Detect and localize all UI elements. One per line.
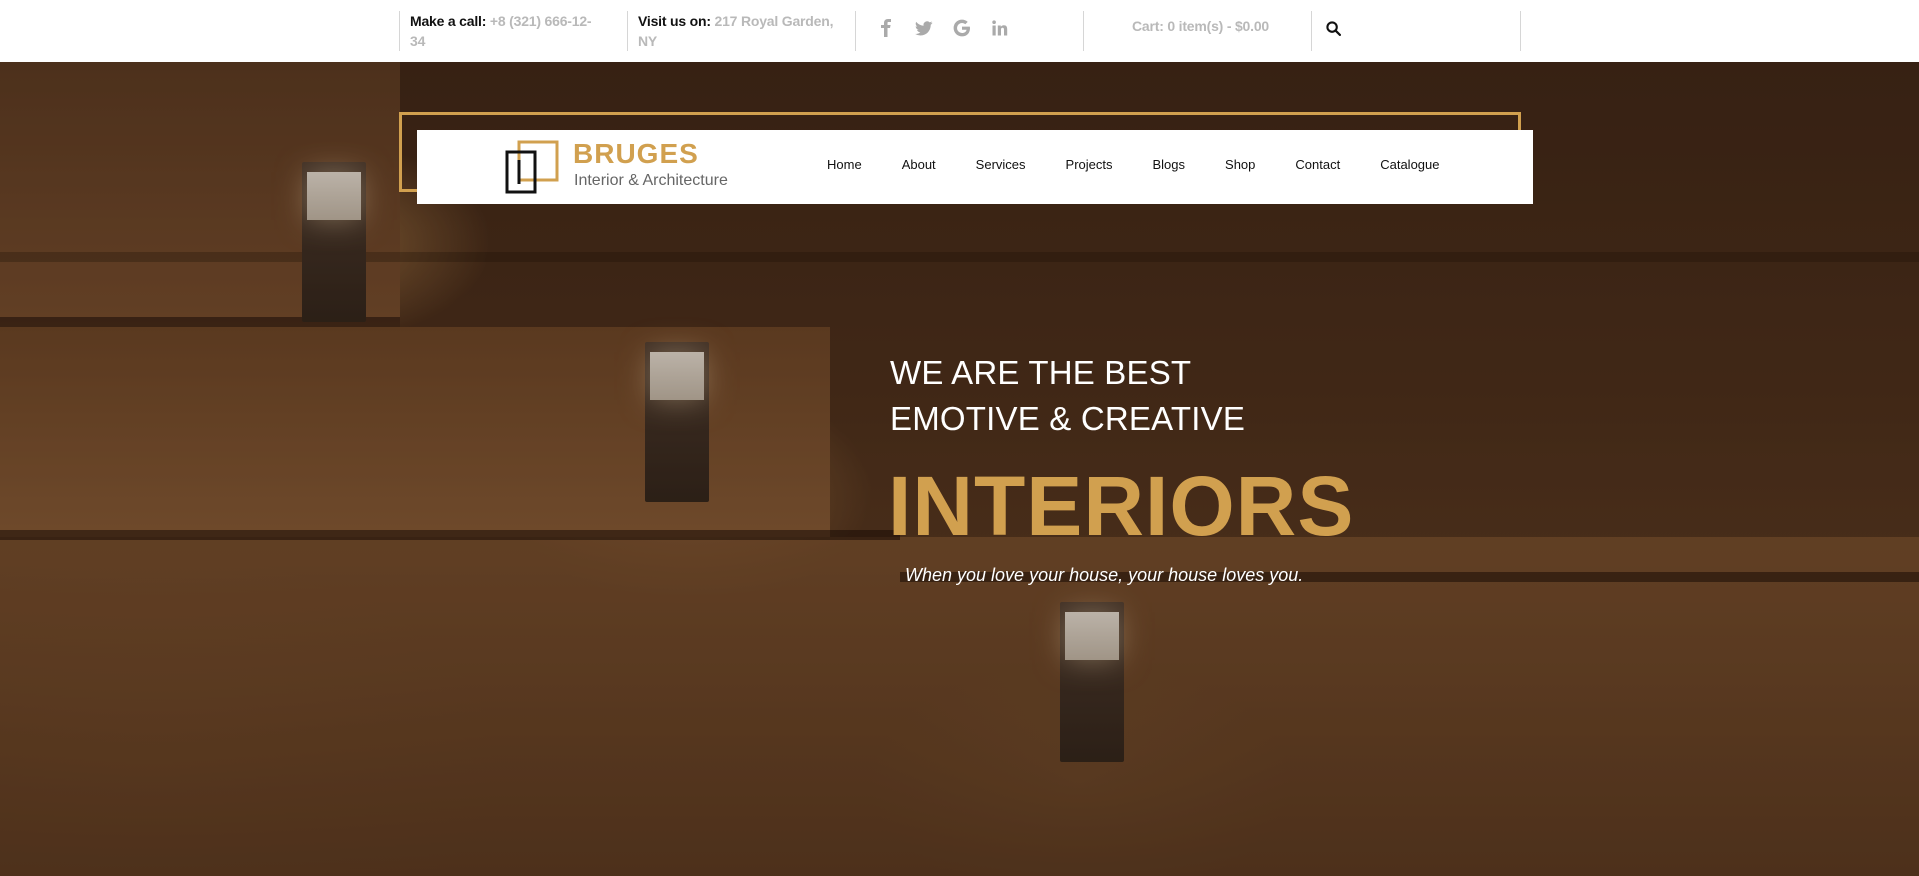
brand-tagline: Interior & Architecture [574,172,728,189]
nav-item-contact[interactable]: Contact [1295,157,1340,172]
contact-call: Make a call: +8 (321) 666-12-34 [399,11,627,51]
hero-title: INTERIORS [888,459,1355,553]
nav-item-catalogue[interactable]: Catalogue [1380,157,1439,172]
contact-address: Visit us on: 217 Royal Garden, NY [627,11,855,51]
nav-menu: Home About Services Projects Blogs Shop … [827,157,1480,172]
facebook-icon[interactable] [876,18,896,38]
nav-item-shop[interactable]: Shop [1225,157,1255,172]
brand-name[interactable]: BRUGES [573,138,699,170]
twitter-icon[interactable] [914,18,934,38]
search-icon[interactable] [1322,17,1344,39]
search-area [1311,11,1521,51]
cart-area: Cart: 0 item(s) - $0.00 [1083,11,1311,51]
nav-item-projects[interactable]: Projects [1066,157,1113,172]
cart-summary[interactable]: Cart: 0 item(s) - $0.00 [1132,18,1269,34]
main-navbar: BRUGES Interior & Architecture Home Abou… [417,130,1533,204]
hero-headline: WE ARE THE BEST EMOTIVE & CREATIVE [890,350,1245,442]
hero-subtitle: When you love your house, your house lov… [905,565,1304,585]
linkedin-icon[interactable] [990,18,1010,38]
nav-item-blogs[interactable]: Blogs [1153,157,1186,172]
nav-item-services[interactable]: Services [976,157,1026,172]
nav-item-about[interactable]: About [902,157,936,172]
visit-label: Visit us on: [638,13,711,29]
hero-line-2: EMOTIVE & CREATIVE [890,400,1246,437]
google-icon[interactable] [952,18,972,38]
top-bar: Make a call: +8 (321) 666-12-34 Visit us… [0,0,1919,62]
nav-item-home[interactable]: Home [827,157,862,172]
social-links [855,11,1083,51]
logo-icon[interactable] [505,140,559,194]
call-label: Make a call: [410,13,487,29]
hero-line-1: WE ARE THE BEST [890,354,1192,391]
